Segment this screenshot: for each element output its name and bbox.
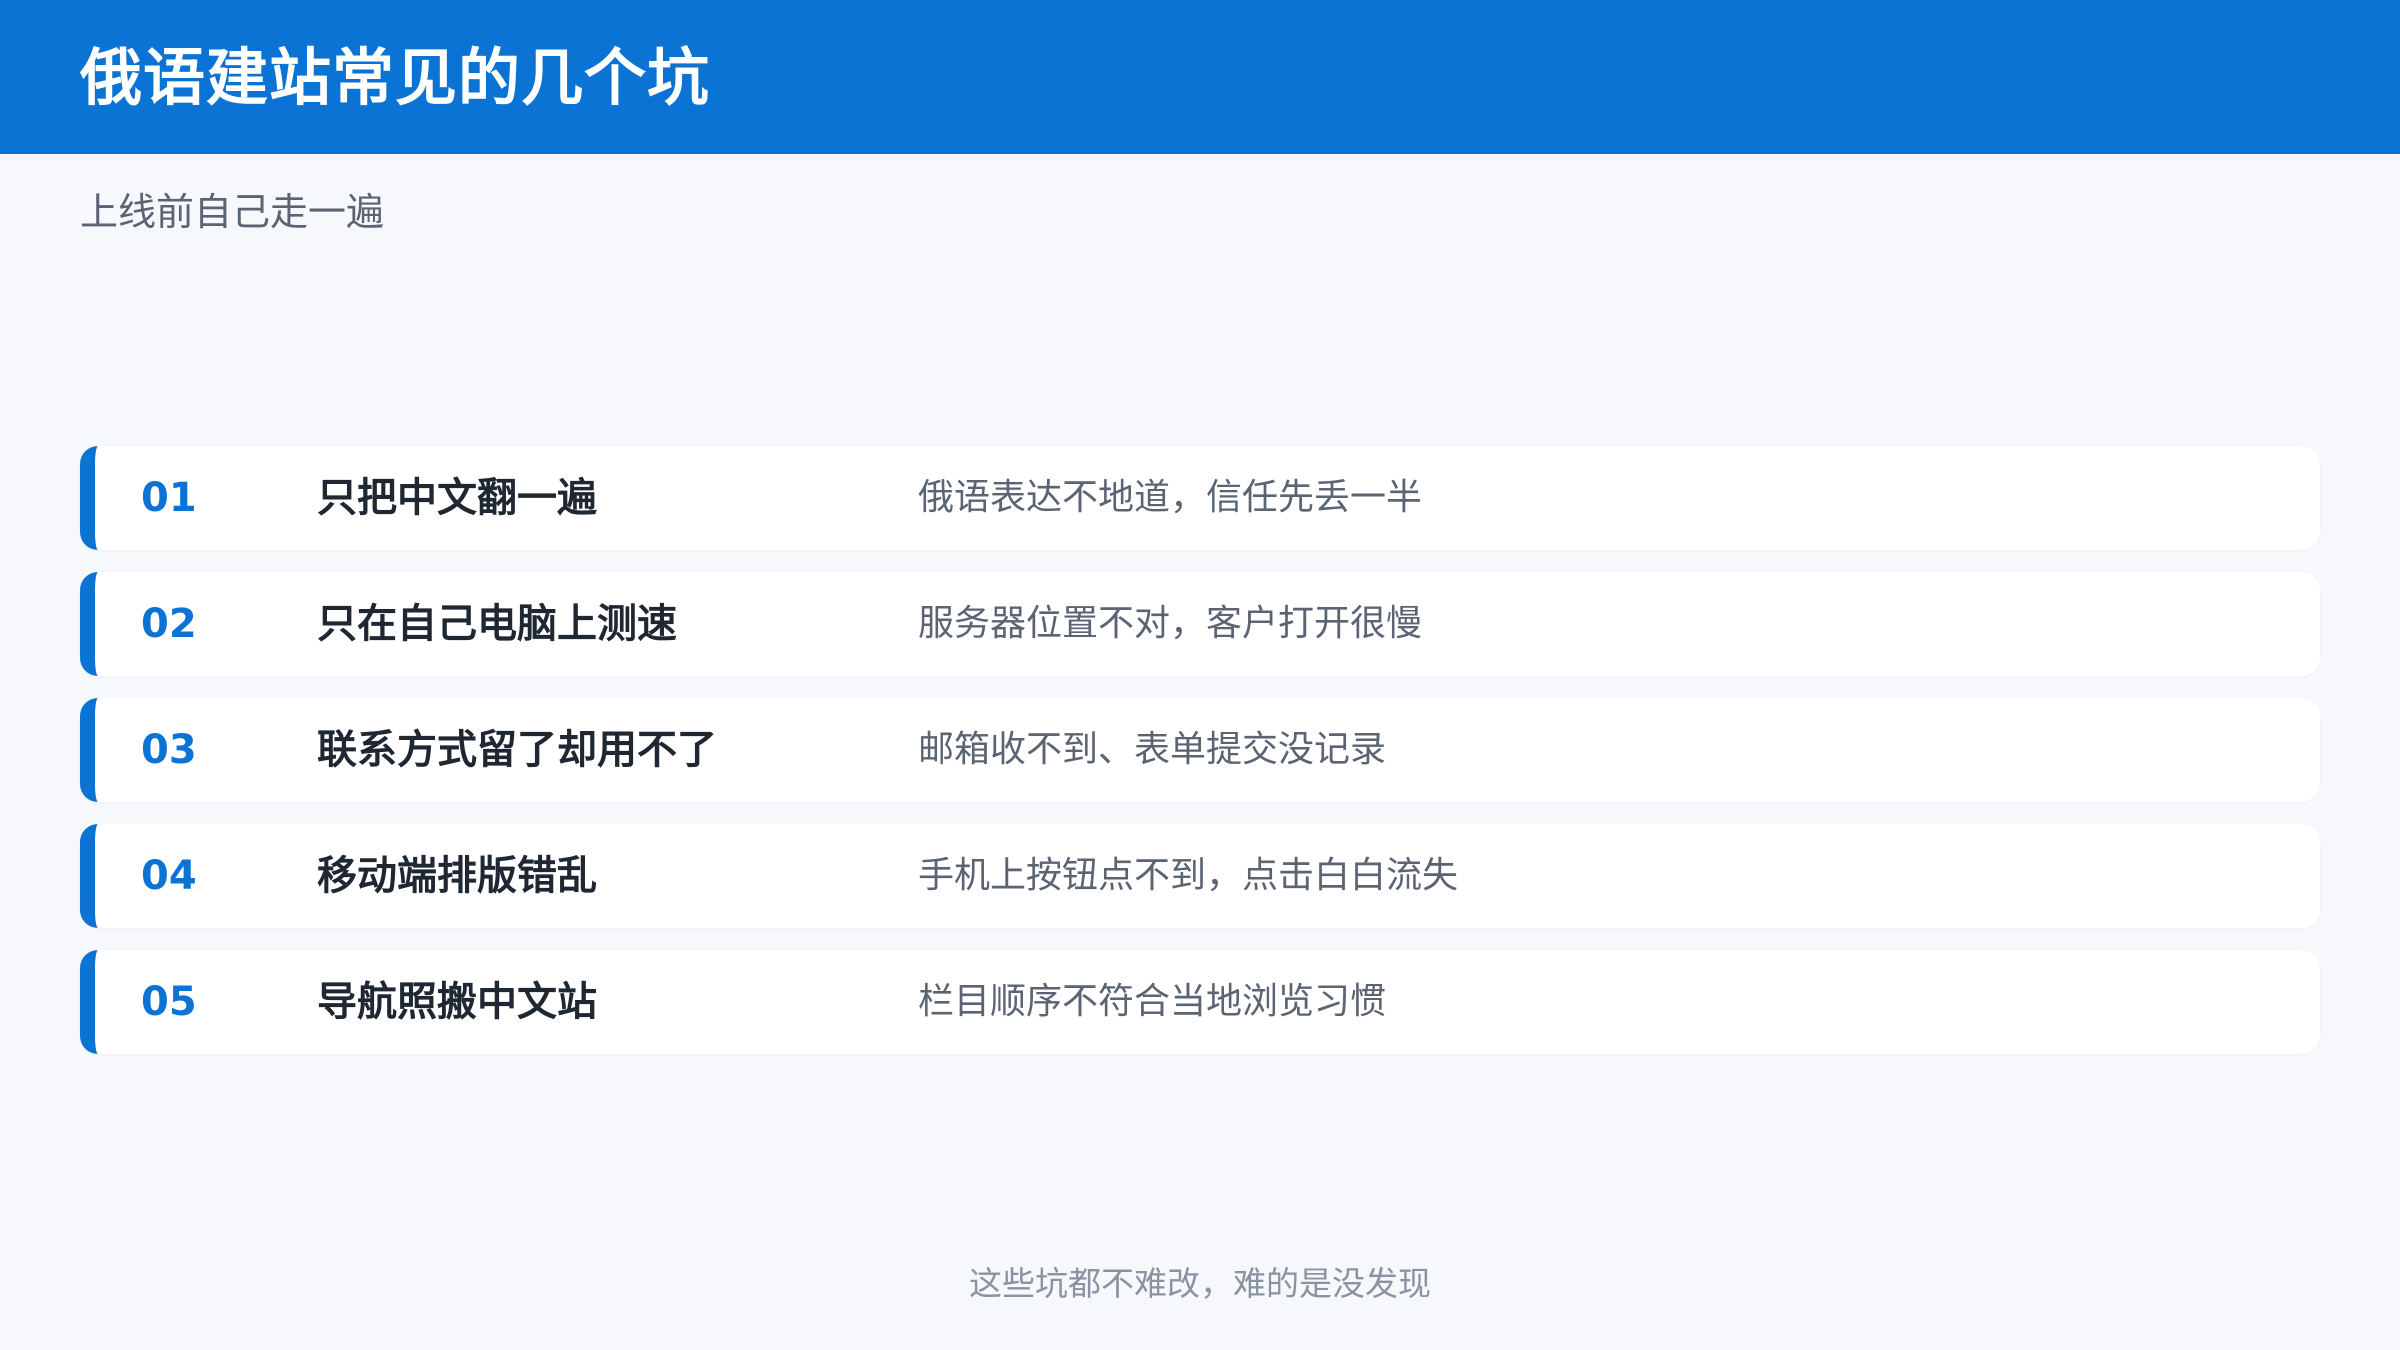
title-bar: 俄语建站常见的几个坑 — [0, 0, 2400, 154]
pitfall-title: 联系方式留了却用不了 — [317, 727, 717, 773]
pitfall-row: 03 联系方式留了却用不了 邮箱收不到、表单提交没记录 — [80, 698, 2320, 802]
pitfall-title: 导航照搬中文站 — [317, 979, 597, 1025]
pitfall-number: 05 — [141, 979, 197, 1025]
page-subtitle: 上线前自己走一遍 — [80, 190, 385, 234]
pitfall-title: 只在自己电脑上测速 — [317, 601, 677, 647]
page-title: 俄语建站常见的几个坑 — [80, 41, 711, 114]
pitfall-row: 02 只在自己电脑上测速 服务器位置不对，客户打开很慢 — [80, 572, 2320, 676]
pitfall-row: 01 只把中文翻一遍 俄语表达不地道，信任先丢一半 — [80, 446, 2320, 550]
pitfall-title: 移动端排版错乱 — [317, 853, 597, 899]
footer-note: 这些坑都不难改，难的是没发现 — [969, 1264, 1431, 1303]
pitfall-description: 服务器位置不对，客户打开很慢 — [918, 603, 1423, 644]
pitfall-description: 手机上按钮点不到，点击白白流失 — [918, 855, 1459, 896]
pitfall-number: 04 — [141, 853, 197, 899]
pitfall-description: 俄语表达不地道，信任先丢一半 — [918, 477, 1423, 518]
pitfall-list: 01 只把中文翻一遍 俄语表达不地道，信任先丢一半 02 只在自己电脑上测速 服… — [80, 446, 2320, 1076]
slide: 俄语建站常见的几个坑 上线前自己走一遍 01 只把中文翻一遍 俄语表达不地道，信… — [0, 0, 2400, 1350]
pitfall-row: 04 移动端排版错乱 手机上按钮点不到，点击白白流失 — [80, 824, 2320, 928]
pitfall-number: 02 — [141, 601, 197, 647]
pitfall-description: 邮箱收不到、表单提交没记录 — [918, 729, 1387, 770]
pitfall-number: 03 — [141, 727, 197, 773]
pitfall-row: 05 导航照搬中文站 栏目顺序不符合当地浏览习惯 — [80, 950, 2320, 1054]
pitfall-description: 栏目顺序不符合当地浏览习惯 — [918, 981, 1387, 1022]
pitfall-title: 只把中文翻一遍 — [317, 475, 597, 521]
pitfall-number: 01 — [141, 475, 197, 521]
